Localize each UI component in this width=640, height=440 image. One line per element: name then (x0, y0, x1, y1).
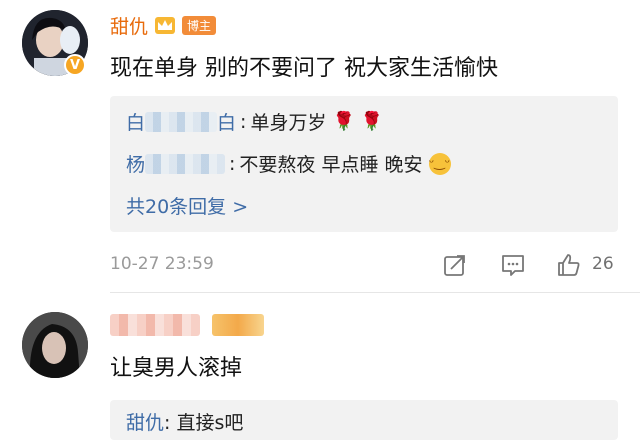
verified-badge-icon: V (64, 54, 86, 76)
reply-item[interactable]: 杨 : 不要熬夜 早点睡 晚安 ᵕ‿ᵕ (126, 150, 451, 177)
timestamp: 10-27 23:59 (110, 254, 214, 274)
comment-icon[interactable] (500, 252, 526, 278)
comment-text: 现在单身 别的不要问了 祝大家生活愉快 (110, 56, 498, 81)
blogger-tag: 博主 (182, 15, 217, 35)
reply-item[interactable]: 甜仇 : 直接s吧 (126, 408, 243, 435)
yummy-face-icon: ᵕ‿ᵕ (428, 152, 451, 175)
blurred-username[interactable] (110, 314, 200, 336)
blurred-username (145, 111, 218, 132)
comment-meta: 10-27 23:59 26 (110, 252, 620, 278)
reply-box[interactable]: 甜仇 : 直接s吧 (110, 400, 618, 440)
reply-name-end: 白 (217, 112, 237, 134)
reply-separator: : (229, 152, 236, 175)
comment-text: 让臭男人滚掉 (110, 356, 243, 381)
reply-text: : 直接s吧 (164, 412, 244, 434)
reply-separator: : (240, 110, 247, 133)
reply-name-start: 杨 (126, 154, 146, 176)
share-icon[interactable] (442, 252, 468, 278)
blurred-badge (212, 314, 264, 336)
avatar[interactable] (22, 312, 88, 378)
like-icon[interactable] (556, 252, 582, 278)
rose-icon: 🌹 (360, 111, 384, 132)
rose-icon: 🌹 (332, 111, 355, 132)
reply-name-start: 白 (126, 112, 146, 134)
more-replies-link[interactable]: 共20条回复 > (126, 192, 248, 219)
reply-text: 单身万岁 (250, 112, 327, 134)
user-row: 甜仇 博主 (110, 12, 217, 39)
like-count: 26 (592, 254, 614, 274)
reply-name[interactable]: 甜仇 (126, 408, 164, 435)
blurred-username (145, 153, 226, 174)
divider (110, 292, 640, 293)
reply-text: 不要熬夜 早点睡 晚安 (239, 154, 423, 176)
reply-box[interactable]: 白 白 : 单身万岁 🌹 🌹 杨 : 不要熬夜 早点睡 晚安 ᵕ‿ᵕ 共20条回… (110, 96, 618, 232)
crown-icon (155, 17, 176, 34)
username[interactable]: 甜仇 (110, 12, 148, 39)
comment-item: V 甜仇 博主 现在单身 别的不要问了 祝大家生活愉快 白 白 : 单身万岁 🌹… (0, 0, 640, 295)
reply-item[interactable]: 白 白 : 单身万岁 🌹 🌹 (126, 108, 383, 135)
